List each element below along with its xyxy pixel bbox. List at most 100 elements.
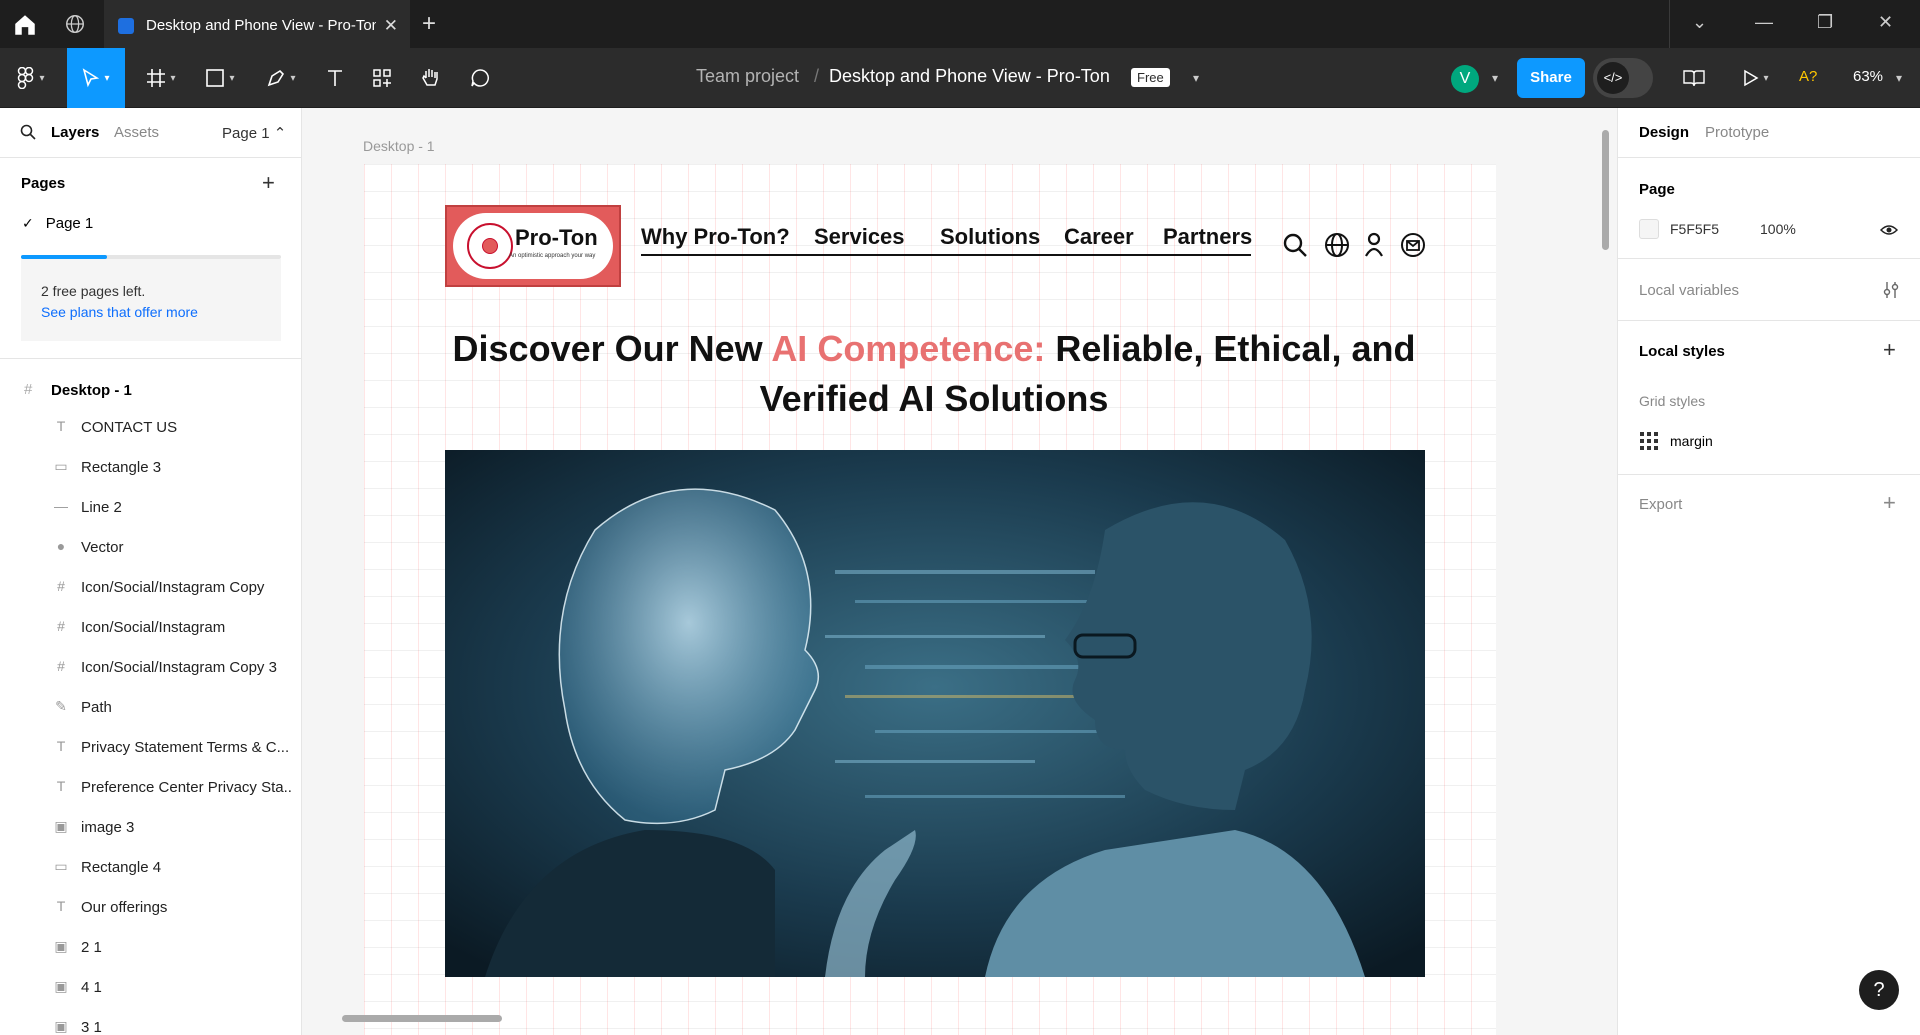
hand-tool-button[interactable] <box>414 48 448 108</box>
nav-why-pro-ton[interactable]: Why Pro-Ton? <box>641 224 790 250</box>
new-tab-button[interactable]: + <box>422 10 436 38</box>
layer-type-icon: ▣ <box>54 1018 68 1034</box>
close-window-icon[interactable]: ✕ <box>1878 12 1893 33</box>
hero-image[interactable] <box>445 450 1425 977</box>
frame-tool-button[interactable]: ▾ <box>140 48 182 108</box>
code-icon: </> <box>1597 62 1629 94</box>
share-button[interactable]: Share <box>1517 58 1585 98</box>
variables-settings-icon[interactable] <box>1882 281 1900 299</box>
browser-tab[interactable]: Desktop and Phone View - Pro-Ton ✕ <box>104 0 410 48</box>
nav-partners[interactable]: Partners <box>1163 224 1252 250</box>
logo-brand: Pro-Ton <box>515 225 598 250</box>
grid-style-name[interactable]: margin <box>1670 433 1713 449</box>
site-logo[interactable]: Pro-Ton An optimistic approach your way <box>445 205 621 287</box>
team-breadcrumb[interactable]: Team project <box>696 66 799 87</box>
tab-assets[interactable]: Assets <box>114 124 159 141</box>
restore-icon[interactable]: ❐ <box>1817 12 1833 33</box>
present-button[interactable]: ▾ <box>1734 48 1778 108</box>
logo-badge: Pro-Ton An optimistic approach your way <box>453 213 613 279</box>
plan-badge[interactable]: Free <box>1131 68 1170 87</box>
horizontal-scrollbar[interactable] <box>342 1015 502 1022</box>
layer-type-icon: ▣ <box>54 978 68 994</box>
see-plans-link[interactable]: See plans that offer more <box>41 304 198 320</box>
file-name[interactable]: Desktop and Phone View - Pro-Ton <box>829 66 1110 87</box>
home-icon[interactable] <box>12 12 38 38</box>
file-menu-chevron-icon[interactable]: ▾ <box>1184 48 1204 108</box>
accessibility-check[interactable]: A? <box>1799 68 1817 85</box>
pen-tool-button[interactable]: ▾ <box>260 48 302 108</box>
search-icon[interactable] <box>1282 232 1308 258</box>
page-selector[interactable]: Page 1 ⌃ <box>222 124 286 142</box>
layer-row[interactable]: T Our offerings <box>0 888 301 928</box>
frame-label[interactable]: Desktop - 1 <box>363 138 435 154</box>
design-canvas[interactable]: Desktop - 1 Pro-Ton An optimistic approa… <box>302 108 1617 1035</box>
avatar-chevron-icon[interactable]: ▾ <box>1484 48 1502 108</box>
layer-row[interactable]: # Icon/Social/Instagram Copy <box>0 568 301 608</box>
page-color-swatch[interactable] <box>1639 219 1659 239</box>
page-opacity-value[interactable]: 100% <box>1760 221 1796 237</box>
nav-career[interactable]: Career <box>1064 224 1134 250</box>
chevron-down-icon[interactable]: ⌄ <box>1692 12 1707 33</box>
minimize-icon[interactable]: — <box>1755 12 1773 33</box>
layer-row[interactable]: T Privacy Statement Terms & C... <box>0 728 301 768</box>
layer-row[interactable]: T Preference Center Privacy Sta... <box>0 768 301 808</box>
plan-notice: 2 free pages left. See plans that offer … <box>21 259 281 341</box>
tab-design[interactable]: Design <box>1639 124 1689 141</box>
tab-prototype[interactable]: Prototype <box>1705 124 1769 141</box>
layer-row[interactable]: ● Vector <box>0 528 301 568</box>
pages-heading: Pages <box>21 175 66 192</box>
layer-row[interactable]: # Icon/Social/Instagram Copy 3 <box>0 648 301 688</box>
page-item[interactable]: ✓ Page 1 <box>22 215 93 232</box>
grid-style-icon <box>1640 432 1658 450</box>
layer-row[interactable]: ▣ 3 1 <box>0 1008 301 1035</box>
avatar[interactable]: V <box>1451 65 1479 93</box>
free-pages-text: 2 free pages left. <box>41 283 146 299</box>
help-button[interactable]: ? <box>1859 970 1899 1010</box>
hero-headline[interactable]: Discover Our New AI Competence: Reliable… <box>444 324 1424 424</box>
layer-row[interactable]: ▣ 4 1 <box>0 968 301 1008</box>
logo-dot <box>482 238 498 254</box>
layer-row[interactable]: ▣ image 3 <box>0 808 301 848</box>
text-tool-button[interactable] <box>318 48 352 108</box>
add-style-button[interactable]: + <box>1883 337 1896 363</box>
add-export-button[interactable]: + <box>1883 490 1896 516</box>
layer-row[interactable]: ▭ Rectangle 4 <box>0 848 301 888</box>
layer-row[interactable]: T CONTACT US <box>0 408 301 448</box>
zoom-level[interactable]: 63% <box>1853 68 1883 85</box>
eye-icon[interactable] <box>1880 224 1898 236</box>
desktop-frame[interactable]: Pro-Ton An optimistic approach your way … <box>364 164 1496 1035</box>
layer-row[interactable]: # Icon/Social/Instagram <box>0 608 301 648</box>
nav-services[interactable]: Services <box>814 224 905 250</box>
resources-tool-button[interactable] <box>365 48 399 108</box>
page-color-value[interactable]: F5F5F5 <box>1670 221 1719 237</box>
tab-layers[interactable]: Layers <box>51 124 99 141</box>
layer-row[interactable]: — Line 2 <box>0 488 301 528</box>
layer-label: Icon/Social/Instagram Copy 3 <box>81 659 277 676</box>
layer-row[interactable]: ▣ 2 1 <box>0 928 301 968</box>
search-icon[interactable] <box>20 124 36 140</box>
globe-icon[interactable] <box>64 13 86 35</box>
comment-tool-button[interactable] <box>463 48 497 108</box>
layer-row[interactable]: ▭ Rectangle 3 <box>0 448 301 488</box>
vertical-scrollbar[interactable] <box>1602 130 1609 250</box>
user-icon[interactable] <box>1364 232 1384 258</box>
layer-type-icon: ▣ <box>54 818 68 834</box>
globe-icon[interactable] <box>1324 232 1350 258</box>
layer-row[interactable]: ✎ Path <box>0 688 301 728</box>
zoom-chevron-icon[interactable]: ▾ <box>1890 48 1904 108</box>
layer-label: Vector <box>81 539 124 556</box>
shape-tool-button[interactable]: ▾ <box>199 48 241 108</box>
dev-mode-toggle[interactable]: </> <box>1593 58 1653 98</box>
layer-type-icon: # <box>57 578 65 594</box>
nav-solutions[interactable]: Solutions <box>940 224 1040 250</box>
panel-divider <box>1618 474 1920 475</box>
main-menu-button[interactable]: ▾ <box>8 48 54 108</box>
move-tool-button[interactable]: ▾ <box>67 48 125 108</box>
text-icon <box>328 70 342 86</box>
mail-icon[interactable] <box>1400 232 1426 258</box>
local-variables-label[interactable]: Local variables <box>1639 282 1739 299</box>
frame-layer-row[interactable]: # Desktop - 1 <box>0 372 301 408</box>
close-tab-icon[interactable]: ✕ <box>384 16 398 36</box>
add-page-button[interactable]: + <box>262 170 275 196</box>
library-button[interactable] <box>1678 48 1710 108</box>
